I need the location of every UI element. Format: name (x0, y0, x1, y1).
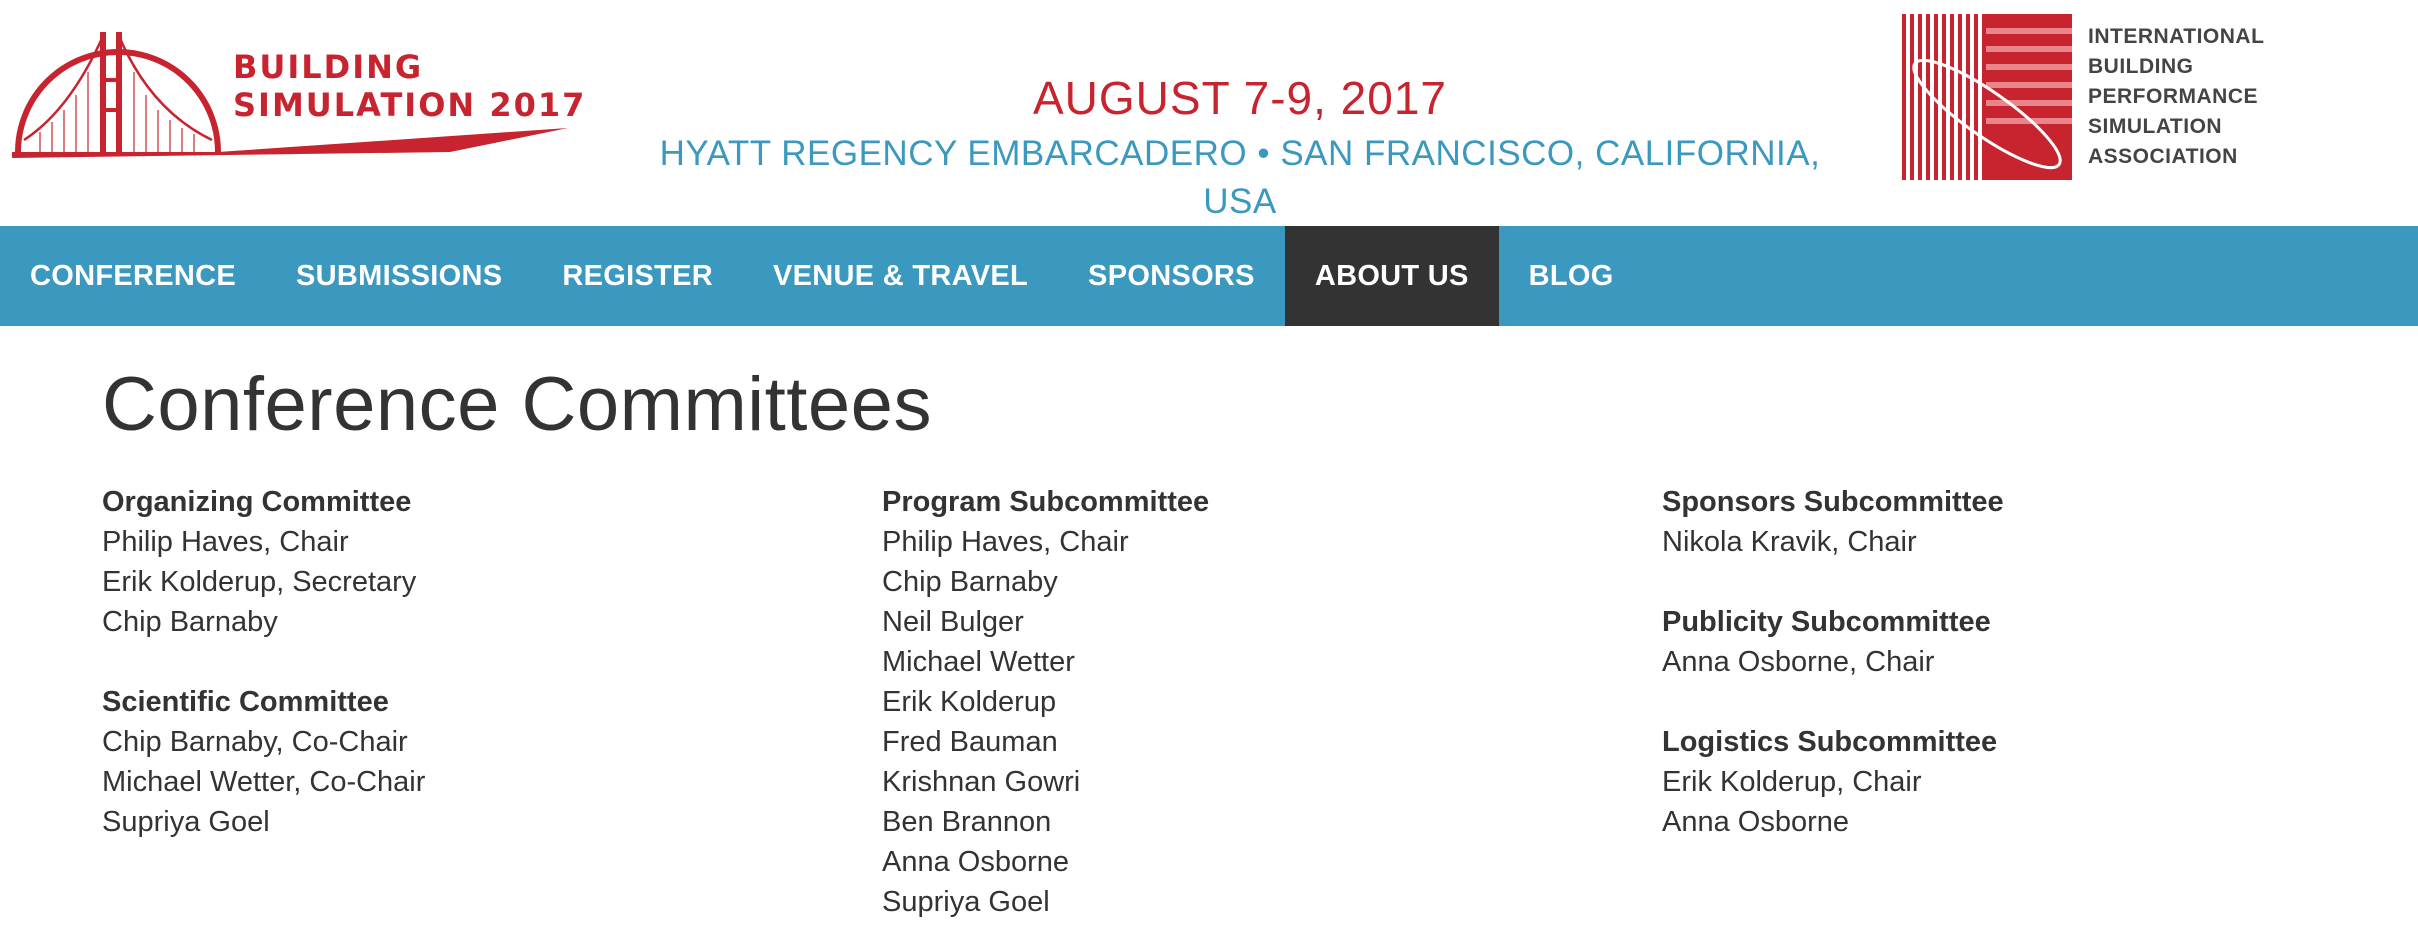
page-title: Conference Committees (102, 362, 932, 447)
main-content: Conference Committees Organizing Committ… (102, 350, 2402, 918)
committee-column-1: Organizing Committee Philip Haves, Chair… (102, 482, 862, 882)
committee-member: Erik Kolderup, Chair (1662, 766, 1922, 798)
committee-member: Anna Osborne, Chair (1662, 646, 1935, 678)
nav-item-blog[interactable]: BLOG (1499, 226, 1644, 326)
logo-line-2: SIMULATION 2017 (233, 86, 587, 124)
committee-title: Program Subcommittee (882, 486, 1210, 518)
nav-item-venue-travel[interactable]: VENUE & TRAVEL (743, 226, 1058, 326)
event-info: AUGUST 7-9, 2017 HYATT REGENCY EMBARCADE… (640, 70, 1840, 226)
committee-member: Nikola Kravik, Chair (1662, 526, 1917, 558)
committee-member: Michael Wetter (882, 646, 1075, 678)
committee-member: Supriya Goel (102, 806, 270, 838)
committee-member: Philip Haves, Chair (102, 526, 349, 558)
nav-item-submissions[interactable]: SUBMISSIONS (266, 226, 532, 326)
committee-member: Ben Brannon (882, 806, 1052, 838)
committee-group: Publicity Subcommittee Anna Osborne, Cha… (1662, 602, 2418, 682)
ibpsa-line: BUILDING (2088, 55, 2194, 78)
committee-group: Logistics Subcommittee Erik Kolderup, Ch… (1662, 722, 2418, 842)
committee-title: Publicity Subcommittee (1662, 606, 1991, 638)
site-header: BUILDING SIMULATION 2017 AUGUST 7-9, 201… (0, 0, 2418, 226)
committee-member: Chip Barnaby (882, 566, 1058, 598)
committee-group: Sponsors Subcommittee Nikola Kravik, Cha… (1662, 482, 2418, 562)
committee-member: Erik Kolderup, Secretary (102, 566, 417, 598)
committee-member: Michael Wetter, Co-Chair (102, 766, 426, 798)
logo-line-1: BUILDING (233, 48, 424, 86)
committee-member: Chip Barnaby, Co-Chair (102, 726, 408, 758)
event-date: AUGUST 7-9, 2017 (1032, 72, 1447, 124)
committee-group: Scientific Committee Chip Barnaby, Co-Ch… (102, 682, 862, 842)
nav-item-conference[interactable]: CONFERENCE (0, 226, 266, 326)
committee-column-2: Program Subcommittee Philip Haves, Chair… (882, 482, 1642, 932)
committee-member: Chip Barnaby (102, 606, 278, 638)
ibpsa-line: INTERNATIONAL (2088, 25, 2265, 48)
committee-member: Supriya Goel (882, 886, 1050, 918)
nav-item-register[interactable]: REGISTER (532, 226, 743, 326)
nav-item-about-us[interactable]: ABOUT US (1284, 226, 1499, 326)
event-venue: HYATT REGENCY EMBARCADERO • SAN FRANCISC… (659, 134, 1821, 221)
committee-member: Erik Kolderup (882, 686, 1057, 718)
main-navigation: CONFERENCE SUBMISSIONS REGISTER VENUE & … (0, 226, 2418, 326)
ibpsa-line: SIMULATION (2088, 115, 2223, 138)
nav-item-sponsors[interactable]: SPONSORS (1058, 226, 1285, 326)
ibpsa-line: PERFORMANCE (2088, 85, 2259, 108)
committee-title: Organizing Committee (102, 486, 412, 518)
committee-group: Program Subcommittee Philip Haves, Chair… (882, 482, 1642, 922)
committee-title: Sponsors Subcommittee (1662, 486, 2004, 518)
committee-title: Scientific Committee (102, 686, 389, 718)
committee-member: Neil Bulger (882, 606, 1024, 638)
committee-member: Anna Osborne (882, 846, 1070, 878)
ibpsa-name: INTERNATIONAL BUILDING PERFORMANCE SIMUL… (2088, 22, 2264, 172)
building-simulation-logo[interactable]: BUILDING SIMULATION 2017 (0, 0, 600, 178)
committee-member: Anna Osborne (1662, 806, 1850, 838)
committee-member: Fred Bauman (882, 726, 1058, 758)
logo-wordmark: BUILDING SIMULATION 2017 (233, 48, 586, 124)
ibpsa-icon (1902, 14, 2072, 180)
committee-member: Philip Haves, Chair (882, 526, 1129, 558)
committee-title: Logistics Subcommittee (1662, 726, 1998, 758)
committee-group: Organizing Committee Philip Haves, Chair… (102, 482, 862, 642)
ibpsa-line: ASSOCIATION (2088, 145, 2238, 168)
ibpsa-logo[interactable] (1902, 14, 2072, 180)
committee-column-3: Sponsors Subcommittee Nikola Kravik, Cha… (1662, 482, 2418, 882)
committee-member: Krishnan Gowri (882, 766, 1081, 798)
